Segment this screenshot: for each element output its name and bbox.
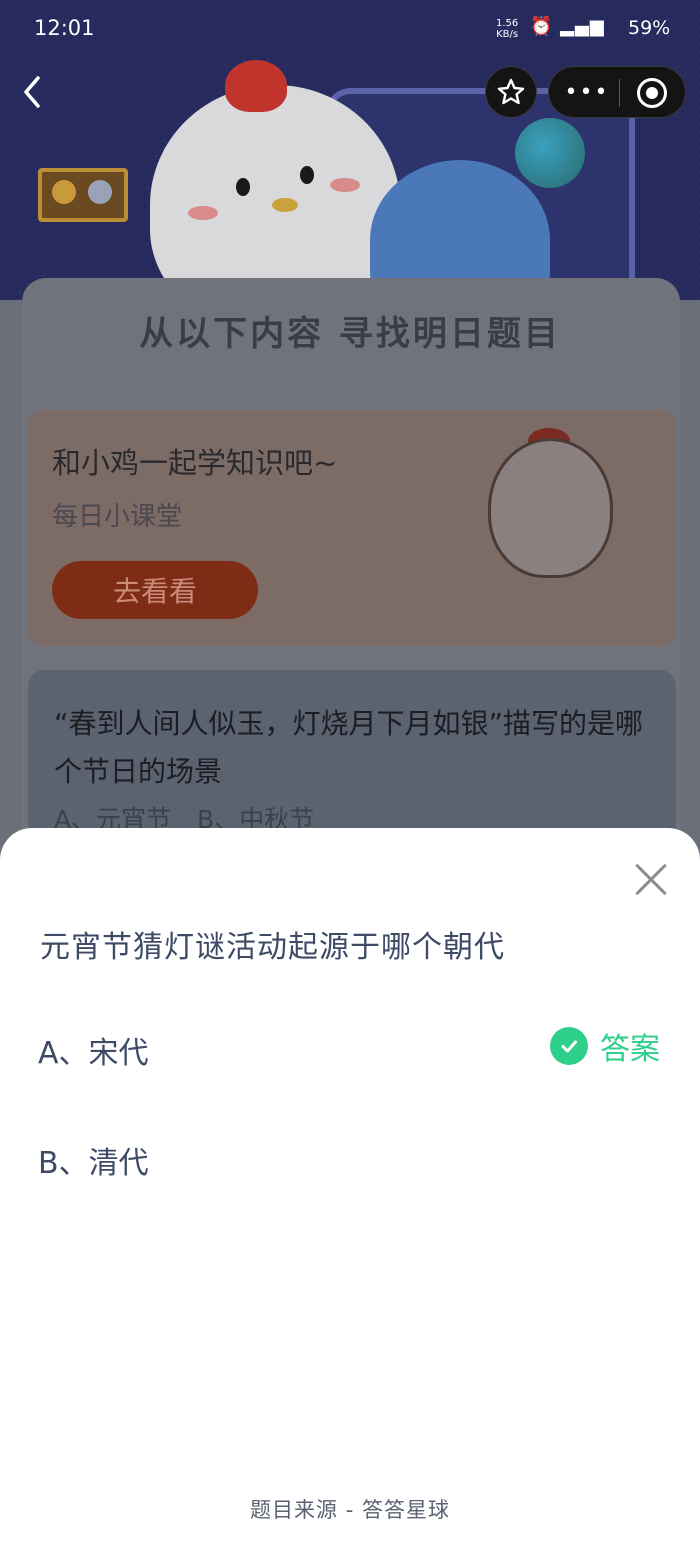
promo-card-subtitle: 每日小课堂 bbox=[52, 502, 183, 532]
capsule-divider bbox=[619, 79, 620, 107]
silver-medal-icon bbox=[88, 180, 112, 204]
gold-medal-icon bbox=[52, 180, 76, 204]
status-time: 12:01 bbox=[34, 16, 95, 40]
status-bar: 12:01 1.56 KB/s ⏰ ▂▄▆ 59% bbox=[0, 0, 700, 60]
signal-icon: ▂▄▆ bbox=[560, 16, 605, 37]
answer-indicator: 答案 bbox=[550, 1026, 660, 1067]
chick-blush-right bbox=[330, 178, 360, 192]
favorite-button[interactable] bbox=[485, 66, 537, 118]
chick-beak bbox=[272, 198, 298, 212]
chick-eye-right bbox=[300, 166, 314, 184]
back-icon bbox=[24, 76, 40, 108]
target-icon[interactable] bbox=[637, 78, 667, 108]
sheet-question: 元宵节猜灯谜活动起源于哪个朝代 bbox=[40, 930, 505, 965]
more-icon: ••• bbox=[564, 79, 610, 105]
more-button[interactable]: ••• bbox=[564, 79, 610, 105]
promo-card-title: 和小鸡一起学知识吧~ bbox=[52, 446, 338, 480]
chick-comb bbox=[225, 60, 287, 112]
network-speed-value: 1.56 bbox=[496, 18, 519, 29]
page: 12:01 1.56 KB/s ⏰ ▂▄▆ 59% ••• 从以下内容 寻找明日… bbox=[0, 0, 700, 1555]
answer-label: 答案 bbox=[600, 1032, 660, 1067]
close-button[interactable] bbox=[632, 860, 670, 898]
globe-illustration bbox=[515, 118, 585, 188]
alarm-icon: ⏰ bbox=[530, 16, 554, 37]
question-card-title: “春到人间人似玉，灯烧月下月如银”描写的是哪个节日的场景 bbox=[54, 707, 644, 788]
network-speed-unit: KB/s bbox=[496, 29, 519, 40]
star-icon bbox=[497, 78, 525, 105]
chick-illustration bbox=[488, 438, 613, 578]
section-title: 从以下内容 寻找明日题目 bbox=[139, 314, 561, 354]
option-a[interactable]: A、宋代 bbox=[38, 1028, 149, 1072]
battery-level: 59% bbox=[628, 17, 671, 39]
miniprogram-capsule: ••• bbox=[548, 66, 686, 118]
chick-eye-left bbox=[236, 178, 250, 196]
option-b[interactable]: B、清代 bbox=[38, 1138, 149, 1182]
check-icon bbox=[550, 1027, 588, 1065]
chick-blush-left bbox=[188, 206, 218, 220]
question-source: 题目来源 - 答答星球 bbox=[250, 1498, 450, 1522]
go-see-button[interactable]: 去看看 bbox=[52, 561, 258, 619]
status-icons: ⏰ ▂▄▆ bbox=[530, 16, 605, 37]
network-speed: 1.56 KB/s bbox=[496, 18, 518, 40]
back-button[interactable] bbox=[18, 72, 48, 112]
